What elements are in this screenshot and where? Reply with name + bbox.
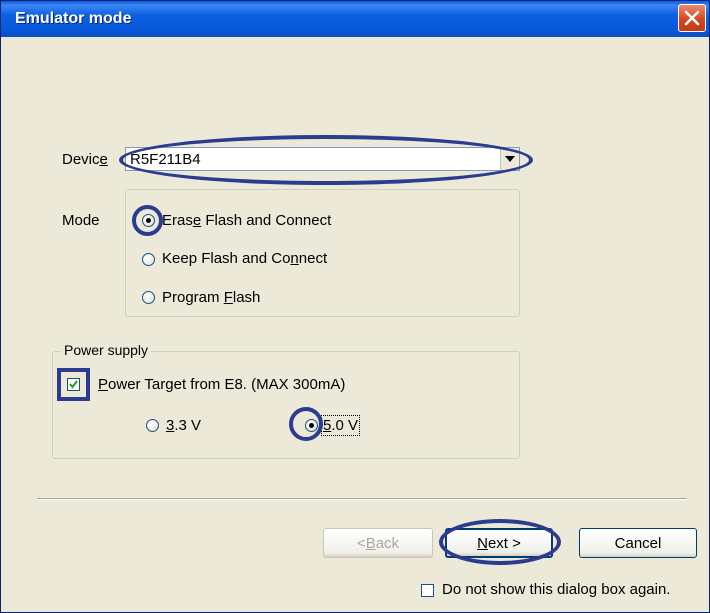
device-select-value: R5F211B4 (130, 151, 201, 168)
voltage-5v0-radio[interactable] (305, 419, 318, 432)
chevron-down-icon (505, 156, 515, 162)
mode-label: Mode (62, 212, 100, 229)
dont-show-label[interactable]: Do not show this dialog box again. (442, 581, 670, 598)
mode-erase-radio[interactable] (142, 214, 155, 227)
mode-erase-label[interactable]: Erase Flash and Connect (162, 212, 331, 229)
mode-program-radio[interactable] (142, 291, 155, 304)
mode-keep-radio[interactable] (142, 253, 155, 266)
title-bar: Emulator mode (1, 1, 709, 37)
voltage-5v0-label[interactable]: 5.0 V (320, 415, 361, 436)
power-supply-legend: Power supply (61, 342, 152, 358)
power-target-label[interactable]: Power Target from E8. (MAX 300mA) (98, 376, 345, 393)
back-button[interactable]: < Back (323, 528, 433, 558)
mode-keep-label[interactable]: Keep Flash and Connect (162, 250, 327, 267)
dialog-title: Emulator mode (15, 10, 132, 27)
checkmark-icon (69, 380, 78, 389)
separator-line (37, 498, 687, 500)
device-select[interactable]: R5F211B4 (125, 147, 520, 171)
voltage-3v3-label[interactable]: 3.3 V (166, 417, 201, 434)
close-button[interactable] (678, 4, 706, 32)
dont-show-checkbox[interactable] (421, 584, 434, 597)
cancel-button[interactable]: Cancel (579, 528, 697, 558)
emulator-mode-dialog: Emulator mode Device R5F211B4 Mode Erase… (0, 0, 710, 613)
power-target-checkbox[interactable] (67, 378, 80, 391)
mode-program-label[interactable]: Program Flash (162, 289, 260, 306)
device-label: Device (62, 151, 108, 168)
close-icon (684, 10, 700, 26)
next-button[interactable]: Next > (445, 528, 553, 558)
voltage-3v3-radio[interactable] (146, 419, 159, 432)
power-supply-group: Power supply (52, 342, 520, 459)
device-dropdown-button[interactable] (500, 148, 519, 170)
